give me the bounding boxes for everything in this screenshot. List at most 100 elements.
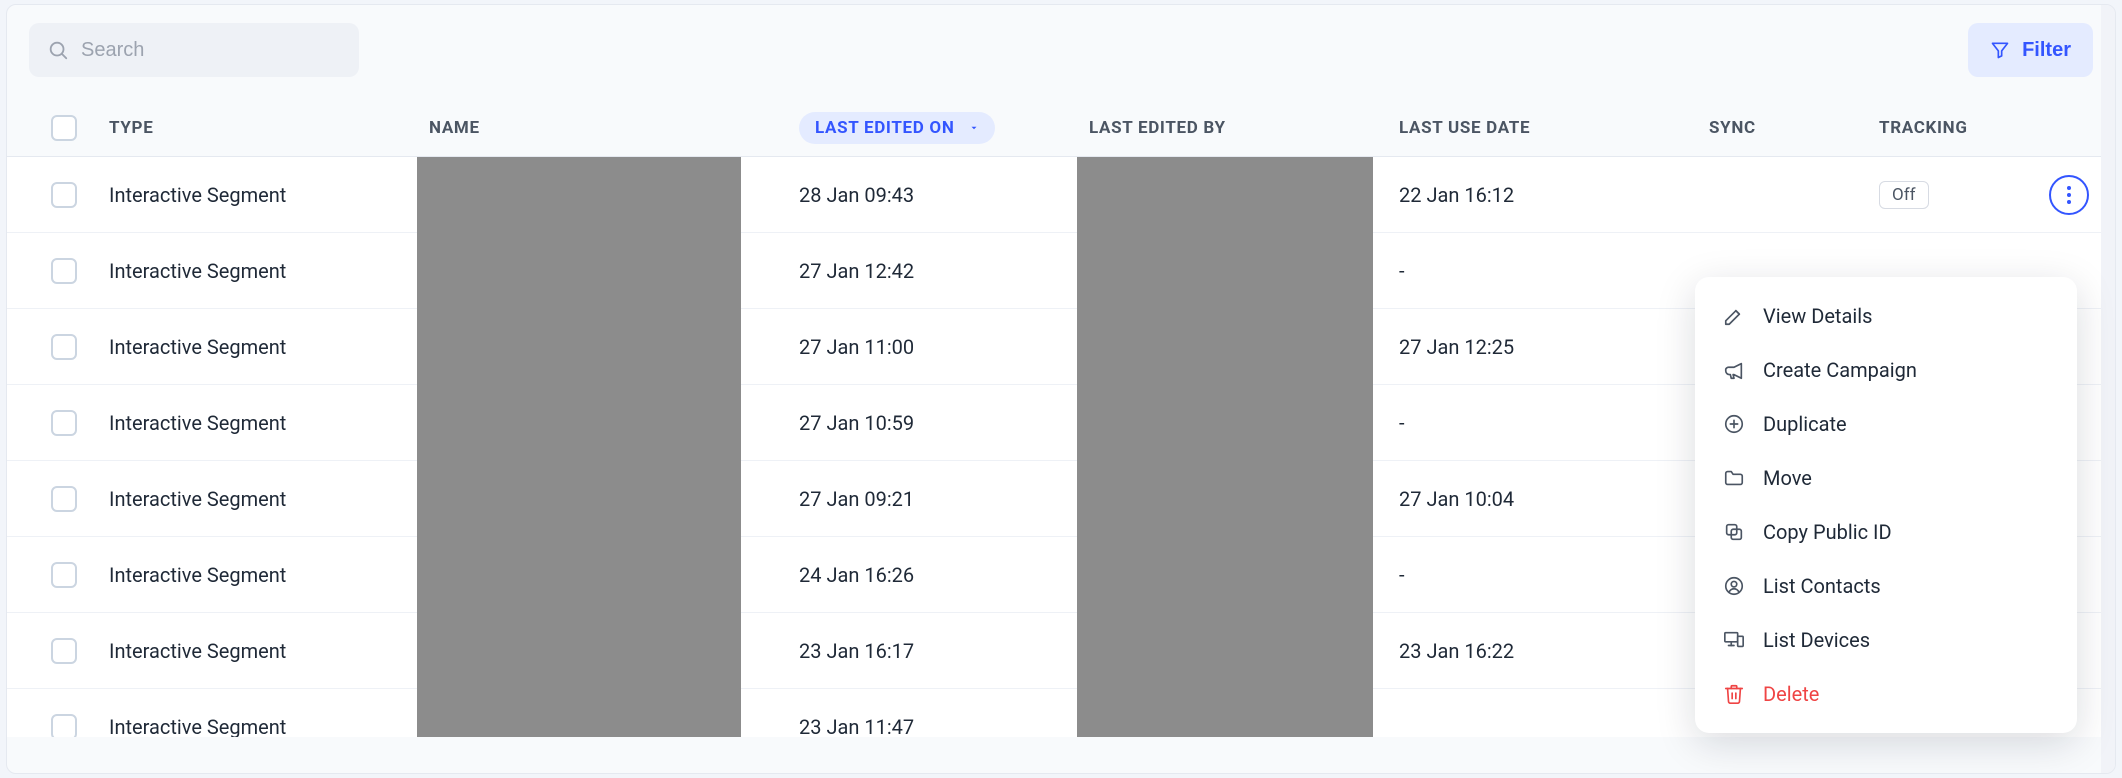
- chevron-down-icon: [969, 123, 979, 133]
- header-last-edited-on[interactable]: LAST EDITED ON: [799, 112, 1089, 144]
- row-checkbox[interactable]: [51, 410, 77, 436]
- scrollbar-track[interactable]: [2101, 5, 2115, 773]
- cell-tracking: Off: [1879, 181, 2049, 209]
- redacted-block: [417, 309, 741, 385]
- redacted-block: [417, 537, 741, 613]
- header-last-edited-by[interactable]: LAST EDITED BY: [1089, 118, 1399, 138]
- redacted-block: [1077, 385, 1373, 461]
- cell-last-edited-by: [1089, 461, 1399, 537]
- devices-icon: [1723, 629, 1745, 651]
- cell-last-edited-by: [1089, 537, 1399, 613]
- cell-last-edited-on: 23 Jan 16:17: [799, 639, 1089, 663]
- redacted-block: [1077, 309, 1373, 385]
- cell-last-use-date: 23 Jan 16:22: [1399, 639, 1709, 663]
- header-tracking[interactable]: TRACKING: [1879, 118, 2049, 138]
- header-checkbox-cell: [19, 115, 109, 141]
- menu-label: View Details: [1763, 304, 1872, 328]
- cell-last-edited-on: 24 Jan 16:26: [799, 563, 1089, 587]
- cell-name: [429, 461, 799, 537]
- cell-type: Interactive Segment: [109, 259, 429, 283]
- redacted-block: [417, 689, 741, 737]
- menu-label: Delete: [1763, 682, 1819, 706]
- row-checkbox[interactable]: [51, 182, 77, 208]
- row-checkbox[interactable]: [51, 334, 77, 360]
- header-type[interactable]: TYPE: [109, 118, 429, 138]
- cell-last-edited-by: [1089, 233, 1399, 309]
- menu-move[interactable]: Move: [1695, 451, 2077, 505]
- menu-label: Move: [1763, 466, 1812, 490]
- folder-icon: [1723, 467, 1745, 489]
- search-box[interactable]: [29, 23, 359, 77]
- redacted-block: [417, 385, 741, 461]
- cell-last-edited-on: 28 Jan 09:43: [799, 183, 1089, 207]
- cell-last-edited-by: [1089, 613, 1399, 689]
- cell-last-edited-by: [1089, 689, 1399, 737]
- redacted-block: [1077, 233, 1373, 309]
- redacted-block: [417, 461, 741, 537]
- row-checkbox[interactable]: [51, 562, 77, 588]
- menu-duplicate[interactable]: Duplicate: [1695, 397, 2077, 451]
- filter-button[interactable]: Filter: [1968, 23, 2093, 77]
- search-input[interactable]: [81, 39, 341, 62]
- menu-list-contacts[interactable]: List Contacts: [1695, 559, 2077, 613]
- redacted-block: [1077, 461, 1373, 537]
- table-row[interactable]: Interactive Segment 28 Jan 09:43 22 Jan …: [7, 157, 2115, 233]
- cell-last-edited-by: [1089, 309, 1399, 385]
- cell-name: [429, 385, 799, 461]
- sort-pill-label: LAST EDITED ON: [815, 118, 955, 138]
- segments-page: Filter TYPE NAME LAST EDITED ON LAST EDI…: [6, 4, 2116, 774]
- cell-last-edited-on: 23 Jan 11:47: [799, 715, 1089, 737]
- cell-type: Interactive Segment: [109, 715, 429, 737]
- trash-icon: [1723, 683, 1745, 705]
- tracking-pill[interactable]: Off: [1879, 181, 1929, 209]
- menu-list-devices[interactable]: List Devices: [1695, 613, 2077, 667]
- redacted-block: [1077, 689, 1373, 737]
- cell-type: Interactive Segment: [109, 639, 429, 663]
- cell-last-use-date: -: [1399, 563, 1709, 587]
- kebab-icon: [2067, 186, 2071, 204]
- redacted-block: [1077, 157, 1373, 233]
- toolbar: Filter: [7, 5, 2115, 77]
- row-context-menu: View Details Create Campaign Duplicate M…: [1695, 277, 2077, 733]
- header-name[interactable]: NAME: [429, 118, 799, 138]
- duplicate-icon: [1723, 413, 1745, 435]
- header-last-use-date[interactable]: LAST USE DATE: [1399, 118, 1709, 138]
- select-all-checkbox[interactable]: [51, 115, 77, 141]
- row-checkbox[interactable]: [51, 638, 77, 664]
- redacted-block: [1077, 537, 1373, 613]
- cell-type: Interactive Segment: [109, 487, 429, 511]
- header-sync[interactable]: SYNC: [1709, 118, 1879, 138]
- search-icon: [47, 39, 69, 61]
- cell-last-use-date: -: [1399, 411, 1709, 435]
- copy-icon: [1723, 521, 1745, 543]
- cell-last-edited-on: 27 Jan 09:21: [799, 487, 1089, 511]
- filter-icon: [1990, 40, 2012, 60]
- menu-label: List Devices: [1763, 628, 1870, 652]
- cell-last-use-date: -: [1399, 259, 1709, 283]
- cell-last-use-date: 27 Jan 10:04: [1399, 487, 1709, 511]
- menu-delete[interactable]: Delete: [1695, 667, 2077, 721]
- menu-copy-public-id[interactable]: Copy Public ID: [1695, 505, 2077, 559]
- megaphone-icon: [1723, 359, 1745, 381]
- filter-label: Filter: [2022, 39, 2071, 62]
- cell-last-use-date: 22 Jan 16:12: [1399, 183, 1709, 207]
- row-checkbox[interactable]: [51, 486, 77, 512]
- cell-last-edited-by: [1089, 385, 1399, 461]
- row-actions-button[interactable]: [2049, 175, 2089, 215]
- redacted-block: [1077, 613, 1373, 689]
- menu-label: List Contacts: [1763, 574, 1881, 598]
- cell-type: Interactive Segment: [109, 335, 429, 359]
- cell-type: Interactive Segment: [109, 411, 429, 435]
- cell-name: [429, 537, 799, 613]
- menu-view-details[interactable]: View Details: [1695, 289, 2077, 343]
- row-checkbox[interactable]: [51, 258, 77, 284]
- menu-create-campaign[interactable]: Create Campaign: [1695, 343, 2077, 397]
- user-icon: [1723, 575, 1745, 597]
- row-checkbox[interactable]: [51, 714, 77, 737]
- menu-label: Duplicate: [1763, 412, 1847, 436]
- sort-pill[interactable]: LAST EDITED ON: [799, 112, 995, 144]
- menu-label: Create Campaign: [1763, 358, 1917, 382]
- cell-last-edited-on: 27 Jan 11:00: [799, 335, 1089, 359]
- cell-name: [429, 157, 799, 233]
- cell-type: Interactive Segment: [109, 563, 429, 587]
